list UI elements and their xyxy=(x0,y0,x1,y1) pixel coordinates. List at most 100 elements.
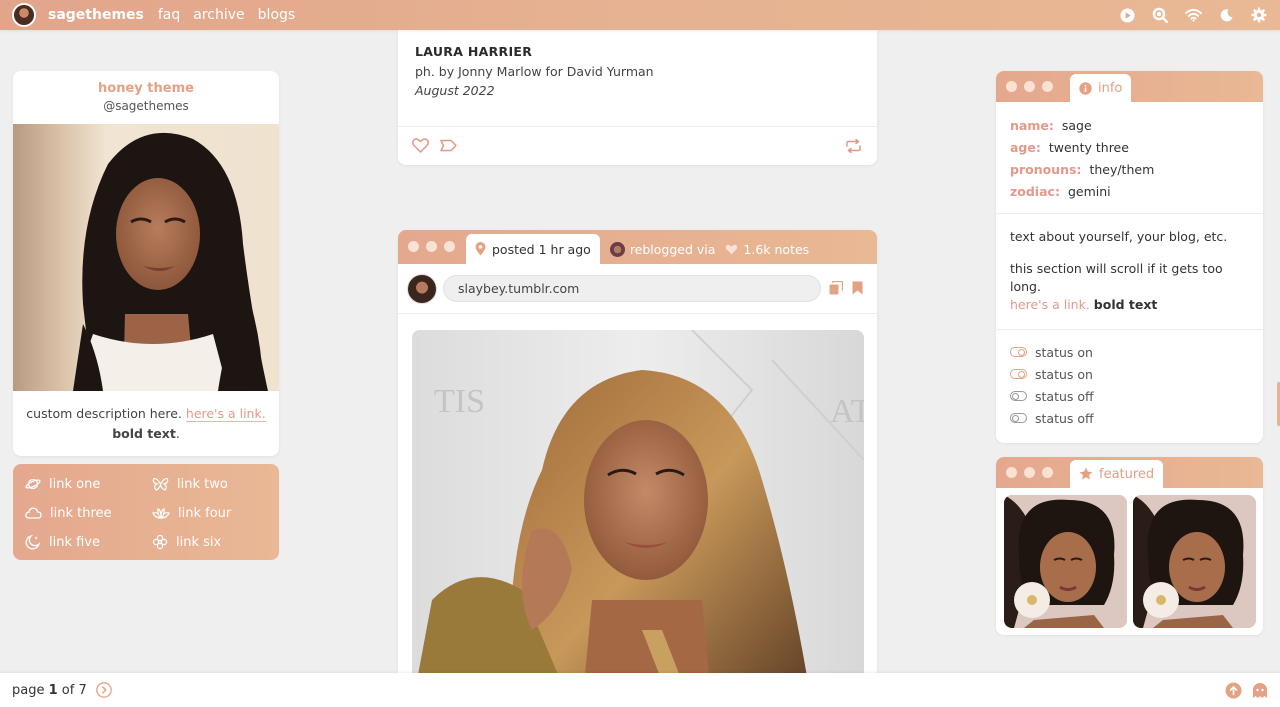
info-header-bar: info xyxy=(996,71,1263,102)
next-page-icon[interactable] xyxy=(95,682,112,698)
notes-label: 1.6k notes xyxy=(743,241,810,257)
status-row[interactable]: status off xyxy=(996,407,1263,429)
window-dots xyxy=(1006,467,1053,478)
link-six[interactable]: link six xyxy=(152,532,279,552)
description-text: custom description here. xyxy=(26,406,182,421)
status-row[interactable]: status on xyxy=(996,341,1263,363)
info-value: gemini xyxy=(1067,183,1111,199)
heart-icon[interactable] xyxy=(412,138,429,153)
reblogged-via[interactable]: reblogged via xyxy=(609,234,716,264)
description-link[interactable]: here's a link. xyxy=(185,406,266,422)
info-value: twenty three xyxy=(1048,139,1129,155)
profile-card: honey theme @sagethemes custom descripti… xyxy=(13,71,279,456)
link-label: link five xyxy=(49,534,101,550)
theme-handle: @sagethemes xyxy=(103,99,189,113)
info-row-zodiac: zodiac: gemini xyxy=(996,180,1263,202)
post-credit: ph. by Jonny Marlow for David Yurman xyxy=(415,64,654,79)
svg-text:AT: AT xyxy=(830,393,864,430)
tab-posted[interactable]: posted 1 hr ago xyxy=(466,234,600,264)
reblogged-label: reblogged via xyxy=(629,241,716,257)
about-link[interactable]: here's a link. xyxy=(1010,297,1090,312)
status-label: status on xyxy=(1035,366,1093,382)
featured-header-bar: featured xyxy=(996,457,1263,488)
nav-link-faq[interactable]: faq xyxy=(158,7,180,23)
about-text: text about yourself, your blog, etc. xyxy=(1010,229,1228,244)
notes-count[interactable]: 1.6k notes xyxy=(725,234,809,264)
page-indicator: page 1 of 7 xyxy=(12,683,87,698)
featured-image[interactable] xyxy=(1004,495,1127,628)
status-label: status off xyxy=(1035,410,1094,426)
post-header-bar: posted 1 hr ago reblogged via 1.6k notes xyxy=(398,230,877,264)
location-pin-icon xyxy=(475,242,486,256)
window-dots xyxy=(1006,81,1053,92)
post-photo-card: posted 1 hr ago reblogged via 1.6k notes… xyxy=(398,230,877,707)
source-avatar[interactable] xyxy=(407,273,437,304)
about-bold: bold text xyxy=(1093,297,1158,312)
profile-photo xyxy=(13,124,279,391)
bookmark-icon[interactable] xyxy=(852,281,863,295)
reblog-avatar xyxy=(609,241,625,257)
link-one[interactable]: link one xyxy=(25,474,152,494)
page-prefix: page xyxy=(12,682,49,698)
featured-tab-label: featured xyxy=(1099,466,1155,482)
toggle-on-icon[interactable] xyxy=(1010,347,1027,357)
reblog-icon[interactable] xyxy=(845,139,862,153)
butterfly-icon xyxy=(152,477,169,491)
post-title: LAURA HARRIER xyxy=(415,44,533,59)
svg-text:TIS: TIS xyxy=(434,383,485,420)
info-row-pronouns: pronouns: they/them xyxy=(996,158,1263,180)
link-two[interactable]: link two xyxy=(152,474,279,494)
moon-icon[interactable] xyxy=(1217,6,1235,24)
post-divider xyxy=(398,126,877,127)
link-label: link four xyxy=(178,505,232,521)
posted-time: posted 1 hr ago xyxy=(492,241,591,257)
tab-info[interactable]: info xyxy=(1070,74,1132,102)
post-image[interactable]: TIS AT xyxy=(412,330,864,707)
info-window: info name: sage age: twenty three pronouns… xyxy=(996,71,1263,443)
featured-image[interactable] xyxy=(1133,495,1256,628)
status-label: status on xyxy=(1035,344,1093,360)
copy-icon[interactable] xyxy=(829,281,843,295)
link-label: link two xyxy=(177,476,228,492)
planet-icon xyxy=(25,478,41,490)
cloud-icon xyxy=(25,507,42,519)
ghost-icon[interactable] xyxy=(1252,682,1268,699)
moon-stars-icon xyxy=(25,534,41,550)
nav-link-blogs[interactable]: blogs xyxy=(258,7,296,23)
brand-link[interactable]: sagethemes xyxy=(48,7,144,23)
info-key: name: xyxy=(1010,117,1054,133)
lotus-icon xyxy=(152,508,170,519)
post-text: LAURA HARRIER ph. by Jonny Marlow for Da… xyxy=(398,30,877,165)
status-row[interactable]: status off xyxy=(996,385,1263,407)
source-bar: slaybey.tumblr.com xyxy=(398,264,877,314)
gear-icon[interactable] xyxy=(1250,6,1268,24)
toggle-off-icon[interactable] xyxy=(1010,413,1027,423)
profile-description: custom description here. here's a link. … xyxy=(13,404,279,444)
source-url[interactable]: slaybey.tumblr.com xyxy=(443,275,821,302)
search-icon[interactable] xyxy=(1151,6,1169,24)
info-value: they/them xyxy=(1089,161,1155,177)
tag-icon[interactable] xyxy=(440,139,457,152)
page-current: 1 xyxy=(48,682,58,698)
links-card: link one link two link three link four l… xyxy=(13,464,279,560)
info-icon xyxy=(1079,81,1092,95)
avatar[interactable] xyxy=(12,3,36,27)
scroll-top-icon[interactable] xyxy=(1225,682,1242,699)
link-three[interactable]: link three xyxy=(25,503,152,523)
link-label: link six xyxy=(176,534,222,550)
nav-link-archive[interactable]: archive xyxy=(193,7,244,23)
about-scroll-text: this section will scroll if it gets too … xyxy=(1010,261,1223,294)
window-dots xyxy=(408,241,455,252)
divider xyxy=(996,213,1263,214)
heart-icon xyxy=(726,244,738,254)
link-five[interactable]: link five xyxy=(25,532,152,552)
play-icon[interactable] xyxy=(1118,6,1136,24)
featured-window: featured xyxy=(996,457,1263,635)
toggle-on-icon[interactable] xyxy=(1010,369,1027,379)
tab-featured[interactable]: featured xyxy=(1070,460,1164,488)
link-four[interactable]: link four xyxy=(152,503,279,523)
toggle-off-icon[interactable] xyxy=(1010,391,1027,401)
status-row[interactable]: status on xyxy=(996,363,1263,385)
wifi-icon[interactable] xyxy=(1184,6,1202,24)
description-end: . xyxy=(175,426,180,441)
